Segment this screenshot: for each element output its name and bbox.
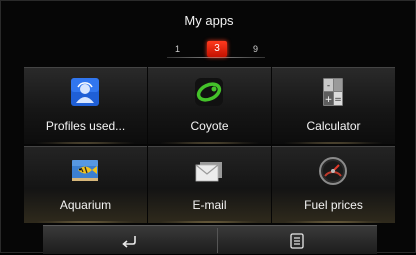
fuel-gauge-icon <box>319 157 347 185</box>
menu-list-icon <box>290 233 304 249</box>
app-label: Coyote <box>190 119 229 133</box>
pager-first-page[interactable]: 1 <box>175 44 180 54</box>
app-label: Fuel prices <box>304 198 363 212</box>
page-indicator: 1 3 9 <box>167 41 265 59</box>
app-tile-profiles[interactable]: Profiles used... <box>24 67 147 144</box>
bottom-action-bar <box>43 225 377 254</box>
svg-text:=: = <box>334 95 342 105</box>
aquarium-icon <box>72 160 98 181</box>
pager-current-page: 3 <box>207 41 227 57</box>
apps-grid: Profiles used... Coyote - + = Calculator <box>24 67 395 223</box>
page-title: My apps <box>184 13 234 28</box>
svg-text:+: + <box>325 95 333 105</box>
app-tile-aquarium[interactable]: Aquarium <box>24 146 147 223</box>
pager-last-page[interactable]: 9 <box>253 44 258 54</box>
calculator-icon: - + = <box>323 78 343 106</box>
app-label: Profiles used... <box>45 119 126 133</box>
app-label: E-mail <box>192 198 227 212</box>
app-tile-fuel-prices[interactable]: Fuel prices <box>272 146 395 223</box>
svg-text:-: - <box>327 81 330 91</box>
app-label: Calculator <box>306 119 361 133</box>
email-icon <box>195 162 222 182</box>
app-screen: My apps 1 3 9 Profiles used... Coyote - … <box>0 0 416 254</box>
app-tile-coyote[interactable]: Coyote <box>148 67 271 144</box>
profiles-icon <box>71 78 99 106</box>
back-button[interactable] <box>43 226 217 255</box>
menu-button[interactable] <box>218 226 377 255</box>
app-tile-email[interactable]: E-mail <box>148 146 271 223</box>
pager-line <box>167 57 265 58</box>
back-arrow-icon <box>122 236 136 248</box>
coyote-icon <box>195 78 223 106</box>
app-label: Aquarium <box>59 198 112 212</box>
app-tile-calculator[interactable]: - + = Calculator <box>272 67 395 144</box>
